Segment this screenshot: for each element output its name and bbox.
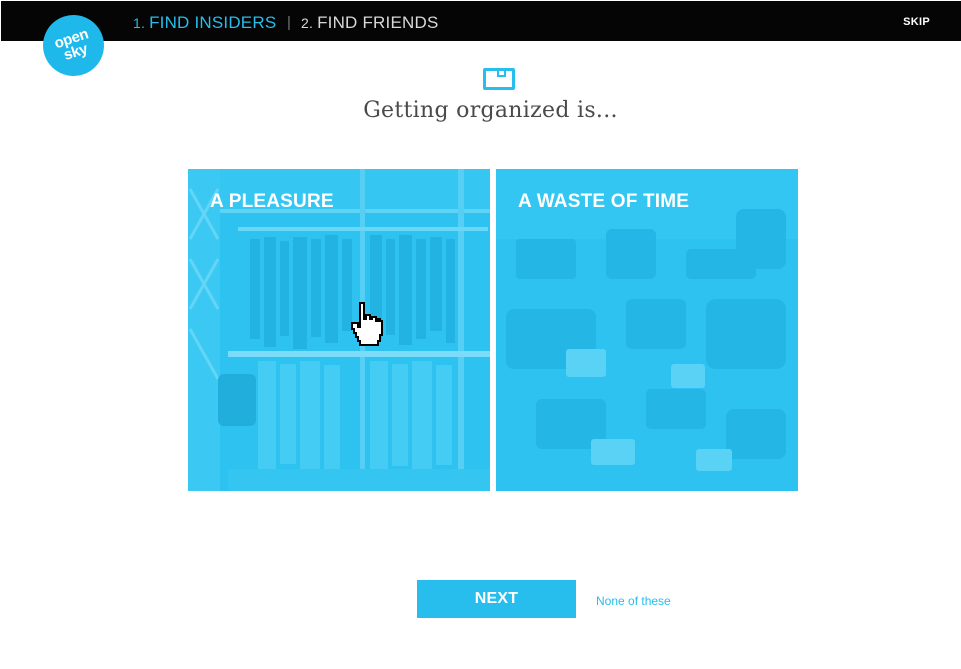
organized-closet-image	[188, 169, 490, 491]
step-find-insiders[interactable]: 1. FIND INSIDERS	[133, 13, 276, 33]
choice-label: A PLEASURE	[210, 191, 334, 212]
choice-a-waste-of-time[interactable]: A WASTE OF TIME	[496, 169, 798, 491]
top-bar: 1. FIND INSIDERS | 2. FIND FRIENDS SKIP	[1, 1, 961, 41]
hand-pointer-icon	[351, 302, 383, 346]
choice-label: A WASTE OF TIME	[518, 191, 690, 212]
choice-a-pleasure[interactable]: A PLEASURE	[188, 169, 490, 491]
step-label: FIND INSIDERS	[149, 13, 277, 32]
step-number: 1.	[133, 15, 146, 31]
question-heading: Getting organized is...	[363, 98, 618, 123]
cluttered-room-image	[496, 169, 798, 491]
onboarding-page: 1. FIND INSIDERS | 2. FIND FRIENDS SKIP op…	[0, 0, 961, 669]
step-find-friends[interactable]: 2. FIND FRIENDS	[301, 13, 438, 33]
next-button[interactable]: NEXT	[417, 580, 576, 618]
step-separator: |	[287, 14, 291, 31]
skip-link[interactable]: SKIP	[903, 16, 930, 28]
none-of-these-link[interactable]: None of these	[596, 594, 671, 608]
box-icon	[483, 68, 515, 90]
step-label: FIND FRIENDS	[317, 13, 439, 32]
step-number: 2.	[301, 15, 314, 31]
